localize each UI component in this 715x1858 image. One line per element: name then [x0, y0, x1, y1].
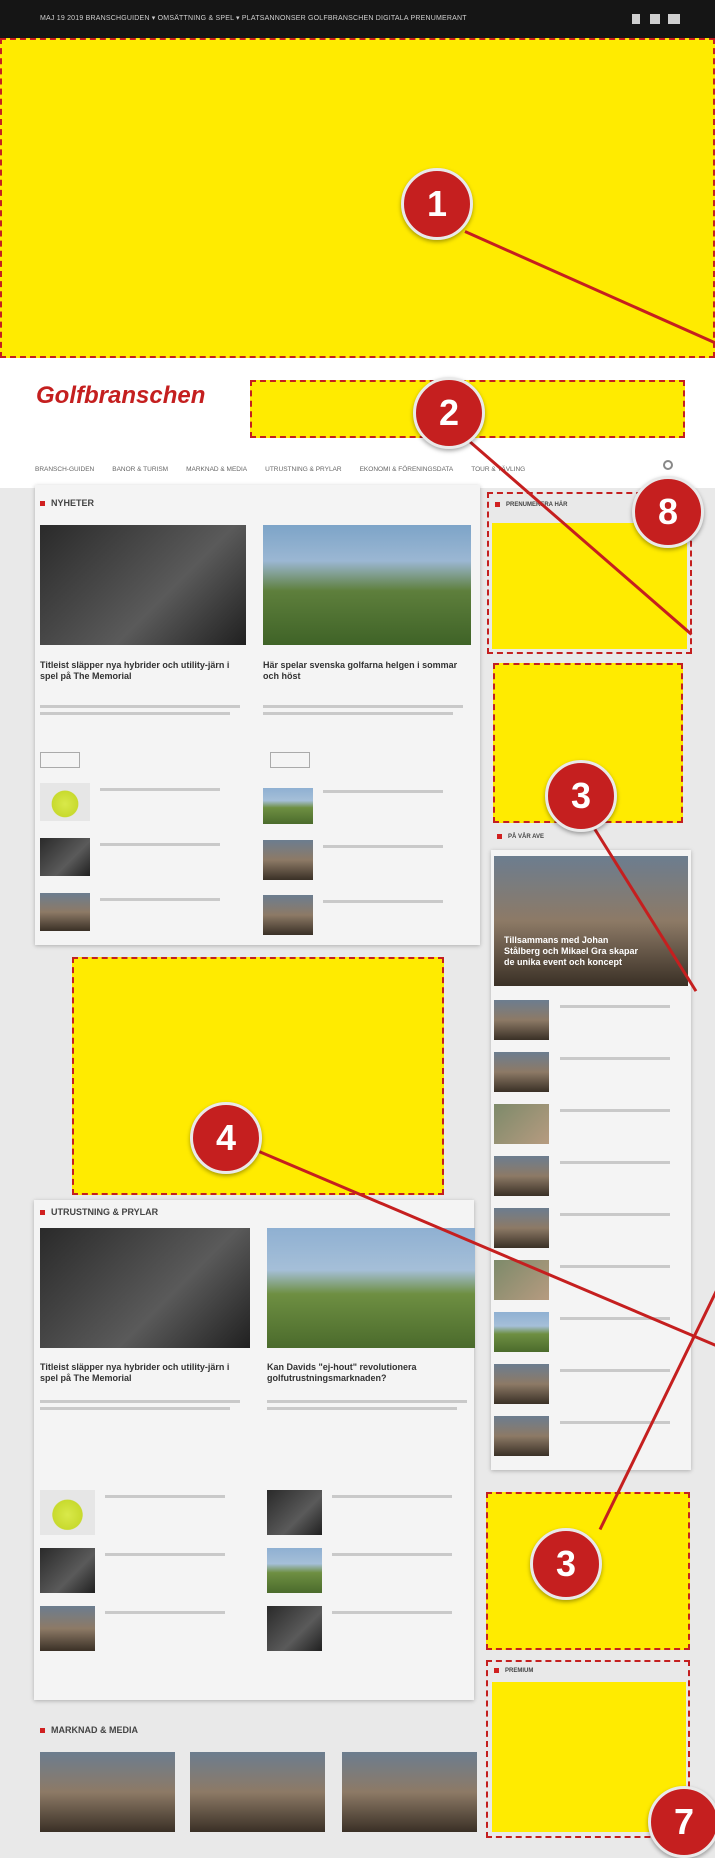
- mail-icon[interactable]: [668, 14, 680, 24]
- section-title-marknad: MARKNAD & MEDIA: [40, 1725, 138, 1735]
- feature-title[interactable]: Tillsammans med Johan Stålberg och Mikae…: [504, 935, 644, 968]
- article-excerpt: [40, 712, 230, 715]
- article-image[interactable]: [40, 1228, 250, 1348]
- article-title[interactable]: Kan Davids "ej-hout" revolutionera golfu…: [267, 1362, 472, 1384]
- facebook-icon[interactable]: [632, 14, 640, 24]
- callout-badge-8: 8: [632, 476, 704, 548]
- article-image[interactable]: [40, 525, 246, 645]
- list-thumb[interactable]: [494, 1104, 549, 1144]
- callout-badge-4: 4: [190, 1102, 262, 1174]
- article-image[interactable]: [342, 1752, 477, 1832]
- article-excerpt: [263, 712, 453, 715]
- list-thumb[interactable]: [494, 1000, 549, 1040]
- top-bar: MAJ 19 2019 BRANSCHGUIDEN ▾ OMSÄTTNING &…: [0, 0, 715, 38]
- callout-badge-7: 7: [648, 1786, 715, 1858]
- list-title[interactable]: [105, 1553, 225, 1556]
- article-excerpt: [263, 705, 463, 708]
- article-excerpt: [40, 1407, 230, 1410]
- callout-badge-3b: 3: [530, 1528, 602, 1600]
- article-title[interactable]: Titleist släpper nya hybrider och utilit…: [40, 660, 245, 682]
- article-image[interactable]: [190, 1752, 325, 1832]
- list-title[interactable]: [100, 788, 220, 791]
- list-thumb[interactable]: [267, 1490, 322, 1535]
- list-title[interactable]: [105, 1611, 225, 1614]
- list-thumb[interactable]: [267, 1606, 322, 1651]
- list-thumb[interactable]: [40, 838, 90, 876]
- search-icon[interactable]: [663, 460, 673, 470]
- article-image[interactable]: [40, 1752, 175, 1832]
- nav-item[interactable]: BANOR & TURISM: [112, 466, 168, 473]
- list-thumb[interactable]: [494, 1312, 549, 1352]
- list-title[interactable]: [560, 1265, 670, 1268]
- ad-slot-mid: [72, 957, 444, 1195]
- list-thumb[interactable]: [263, 788, 313, 824]
- list-thumb[interactable]: [494, 1260, 549, 1300]
- article-excerpt: [267, 1407, 457, 1410]
- main-nav: BRANSCH-GUIDEN BANOR & TURISM MARKNAD & …: [35, 452, 695, 486]
- callout-badge-2: 2: [413, 377, 485, 449]
- ad-slot-top: [0, 38, 715, 358]
- list-title[interactable]: [560, 1369, 670, 1372]
- logo[interactable]: Golfbranschen: [36, 382, 205, 410]
- section-title-premium: PREMIUM: [494, 1668, 533, 1674]
- list-title[interactable]: [323, 790, 443, 793]
- section-title-utrustning: UTRUSTNING & PRYLAR: [40, 1207, 158, 1217]
- read-more-button[interactable]: [270, 752, 310, 768]
- list-title[interactable]: [560, 1109, 670, 1112]
- article-excerpt: [40, 705, 240, 708]
- list-thumb[interactable]: [40, 893, 90, 931]
- nav-item[interactable]: MARKNAD & MEDIA: [186, 466, 247, 473]
- list-thumb[interactable]: [263, 895, 313, 935]
- list-thumb[interactable]: [40, 1490, 95, 1535]
- top-bar-links[interactable]: MAJ 19 2019 BRANSCHGUIDEN ▾ OMSÄTTNING &…: [40, 0, 467, 38]
- article-title[interactable]: Titleist släpper nya hybrider och utilit…: [40, 1362, 245, 1384]
- article-excerpt: [40, 1400, 240, 1403]
- list-title[interactable]: [560, 1161, 670, 1164]
- list-thumb[interactable]: [40, 1548, 95, 1593]
- section-title-pa-var-ave: PÅ VÅR AVE: [497, 834, 544, 840]
- list-thumb[interactable]: [494, 1156, 549, 1196]
- list-title[interactable]: [105, 1495, 225, 1498]
- list-title[interactable]: [560, 1213, 670, 1216]
- list-title[interactable]: [323, 845, 443, 848]
- list-thumb[interactable]: [263, 840, 313, 880]
- read-more-button[interactable]: [40, 752, 80, 768]
- list-thumb[interactable]: [494, 1052, 549, 1092]
- section-title-nyheter: NYHETER: [40, 498, 94, 508]
- list-title[interactable]: [100, 843, 220, 846]
- list-thumb[interactable]: [40, 783, 90, 821]
- list-title[interactable]: [560, 1005, 670, 1008]
- sidebar-title: PRENUMERERA HÄR: [495, 502, 567, 508]
- twitter-icon[interactable]: [650, 14, 660, 24]
- article-image[interactable]: [267, 1228, 475, 1348]
- article-excerpt: [267, 1400, 467, 1403]
- list-title[interactable]: [332, 1553, 452, 1556]
- nav-item[interactable]: BRANSCH-GUIDEN: [35, 466, 94, 473]
- list-title[interactable]: [100, 898, 220, 901]
- list-thumb[interactable]: [494, 1208, 549, 1248]
- article-image[interactable]: [263, 525, 471, 645]
- list-thumb[interactable]: [40, 1606, 95, 1651]
- list-thumb[interactable]: [494, 1364, 549, 1404]
- list-thumb[interactable]: [494, 1416, 549, 1456]
- list-title[interactable]: [560, 1057, 670, 1060]
- list-thumb[interactable]: [267, 1548, 322, 1593]
- article-title[interactable]: Här spelar svenska golfarna helgen i som…: [263, 660, 471, 682]
- nav-item[interactable]: EKONOMI & FÖRENINGSDATA: [360, 466, 454, 473]
- list-title[interactable]: [332, 1495, 452, 1498]
- list-title[interactable]: [323, 900, 443, 903]
- callout-badge-1: 1: [401, 168, 473, 240]
- nav-item[interactable]: UTRUSTNING & PRYLAR: [265, 466, 341, 473]
- list-title[interactable]: [332, 1611, 452, 1614]
- callout-badge-3: 3: [545, 760, 617, 832]
